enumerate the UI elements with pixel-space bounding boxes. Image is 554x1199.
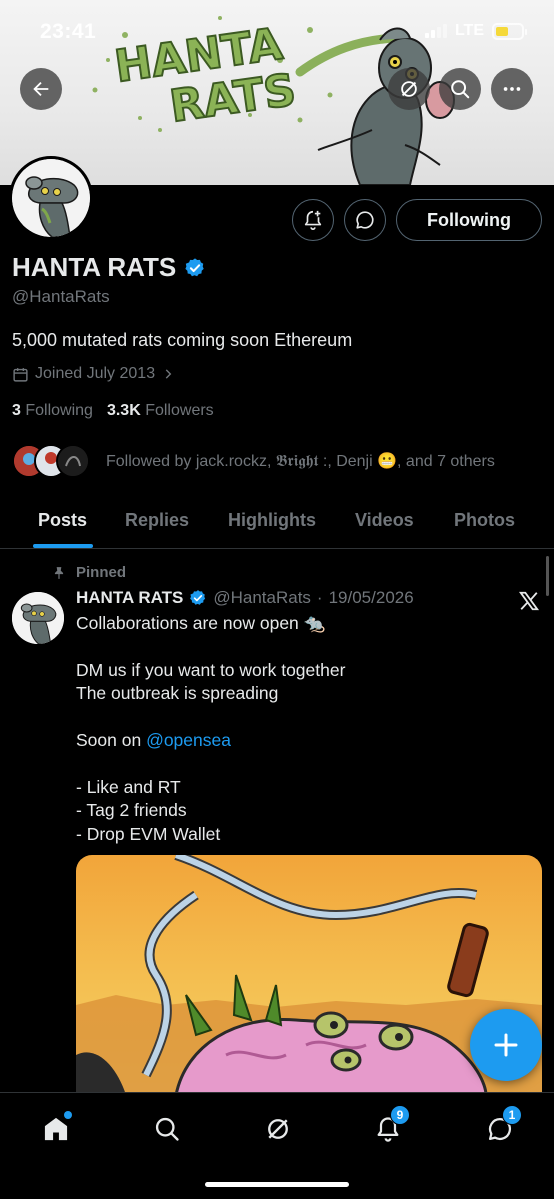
post-line: DM us if you want to work together — [76, 659, 346, 680]
status-indicators: LTE — [424, 22, 527, 40]
back-arrow-icon — [33, 81, 49, 97]
profile-handle: @HantaRats — [12, 287, 110, 306]
chevron-right-icon — [165, 369, 172, 379]
more-button[interactable] — [491, 68, 533, 110]
post-line — [76, 635, 516, 658]
post-line: The outbreak is spreading — [76, 683, 279, 704]
followers-count-link[interactable]: 3.3K Followers — [107, 402, 214, 420]
followers-count: 3.3K — [106, 402, 141, 419]
post-header: HANTA RATS @HantaRats · 19/05/2026 — [76, 588, 414, 608]
notifications-badge: 9 — [390, 1105, 410, 1125]
post-line: - Like and RT — [76, 776, 181, 797]
post-line: - Drop EVM Wallet — [76, 823, 221, 844]
profile-display-name: HANTA RATS — [12, 252, 206, 283]
profile-bio: 5,000 mutated rats coming soon Ethereum — [12, 330, 353, 350]
add-notification-icon — [304, 210, 322, 230]
followed-by-row[interactable]: Followed by jack.rockz, 𝕭𝖗𝖎𝖌𝖍𝖙 :, Denji … — [12, 444, 495, 478]
profile-tabs: Posts Replies Highlights Videos Photos — [0, 497, 554, 549]
mention-link[interactable]: @opensea — [146, 730, 231, 750]
nav-explore[interactable] — [147, 1109, 187, 1149]
explore-icon — [155, 1117, 179, 1141]
network-label: LTE — [454, 22, 484, 39]
joined-text: Joined July 2013 — [35, 365, 156, 382]
post-line: Collaborations are now open 🐀 — [76, 613, 326, 633]
calendar-icon — [13, 367, 28, 382]
x-logo-icon — [518, 591, 540, 611]
post-text: Collaborations are now open 🐀 DM us if y… — [76, 612, 516, 846]
home-icon — [44, 1117, 68, 1141]
more-icon — [503, 87, 521, 91]
post-date[interactable]: 19/05/2026 — [329, 588, 414, 608]
joined-date[interactable]: Joined July 2013 — [12, 365, 175, 383]
battery-icon — [492, 22, 527, 40]
scrollbar[interactable] — [546, 556, 549, 596]
follow-counts: 3 Following 3.3K Followers — [12, 402, 214, 420]
tab-highlights[interactable]: Highlights — [228, 510, 316, 531]
followers-label: Followers — [145, 402, 214, 419]
message-button[interactable] — [344, 199, 386, 241]
avatar-rat-image — [12, 159, 90, 237]
post-line — [76, 752, 516, 775]
follower-avatar — [56, 444, 90, 478]
post-line-mention: Soon on @opensea — [76, 729, 516, 752]
home-indicator[interactable] — [205, 1182, 349, 1187]
followed-by-text: Followed by jack.rockz, 𝕭𝖗𝖎𝖌𝖍𝖙 :, Denji … — [106, 453, 495, 470]
notify-toggle-button[interactable] — [292, 199, 334, 241]
chat-icon — [356, 211, 374, 229]
nav-grok[interactable] — [258, 1109, 298, 1149]
tab-posts[interactable]: Posts — [38, 510, 87, 531]
nav-notifications[interactable]: 9 — [368, 1105, 410, 1149]
tab-photos[interactable]: Photos — [454, 510, 515, 531]
search-button[interactable] — [439, 68, 481, 110]
pinned-label: Pinned — [52, 564, 126, 581]
post-author-avatar[interactable] — [12, 592, 64, 644]
search-icon — [451, 80, 470, 99]
back-button[interactable] — [20, 68, 62, 110]
grok-icon — [268, 1119, 288, 1139]
following-count: 3 — [12, 402, 21, 419]
grok-icon — [401, 81, 417, 97]
post-line — [76, 706, 516, 729]
following-count-link[interactable]: 3 Following — [12, 402, 93, 420]
status-time: 23:41 — [40, 20, 97, 43]
active-tab-indicator — [33, 544, 93, 548]
signal-icon — [424, 24, 447, 38]
display-name-text: HANTA RATS — [12, 252, 177, 282]
verified-badge-icon — [190, 590, 206, 605]
post-line-text: Soon on — [76, 729, 147, 750]
profile-avatar[interactable] — [9, 156, 93, 240]
pin-icon — [54, 566, 64, 579]
messages-badge: 1 — [502, 1105, 522, 1125]
tab-videos[interactable]: Videos — [355, 510, 414, 531]
home-new-indicator — [64, 1111, 72, 1119]
following-button[interactable]: Following — [396, 199, 542, 241]
post-author-name[interactable]: HANTA RATS — [76, 588, 183, 608]
following-label: Following — [25, 402, 93, 419]
nav-messages[interactable]: 1 — [480, 1105, 522, 1149]
grok-button[interactable] — [388, 68, 430, 110]
post-line: - Tag 2 friends — [76, 800, 187, 821]
nav-home[interactable] — [36, 1109, 76, 1149]
plus-icon — [494, 1033, 518, 1057]
post-separator: · — [316, 588, 323, 607]
post-author-handle[interactable]: @HantaRats — [213, 588, 311, 608]
pinned-text: Pinned — [76, 564, 127, 581]
avatar-rat-image — [12, 592, 64, 644]
verified-badge-icon[interactable] — [184, 257, 206, 279]
tab-replies[interactable]: Replies — [125, 510, 189, 531]
compose-post-button[interactable] — [470, 1009, 542, 1081]
